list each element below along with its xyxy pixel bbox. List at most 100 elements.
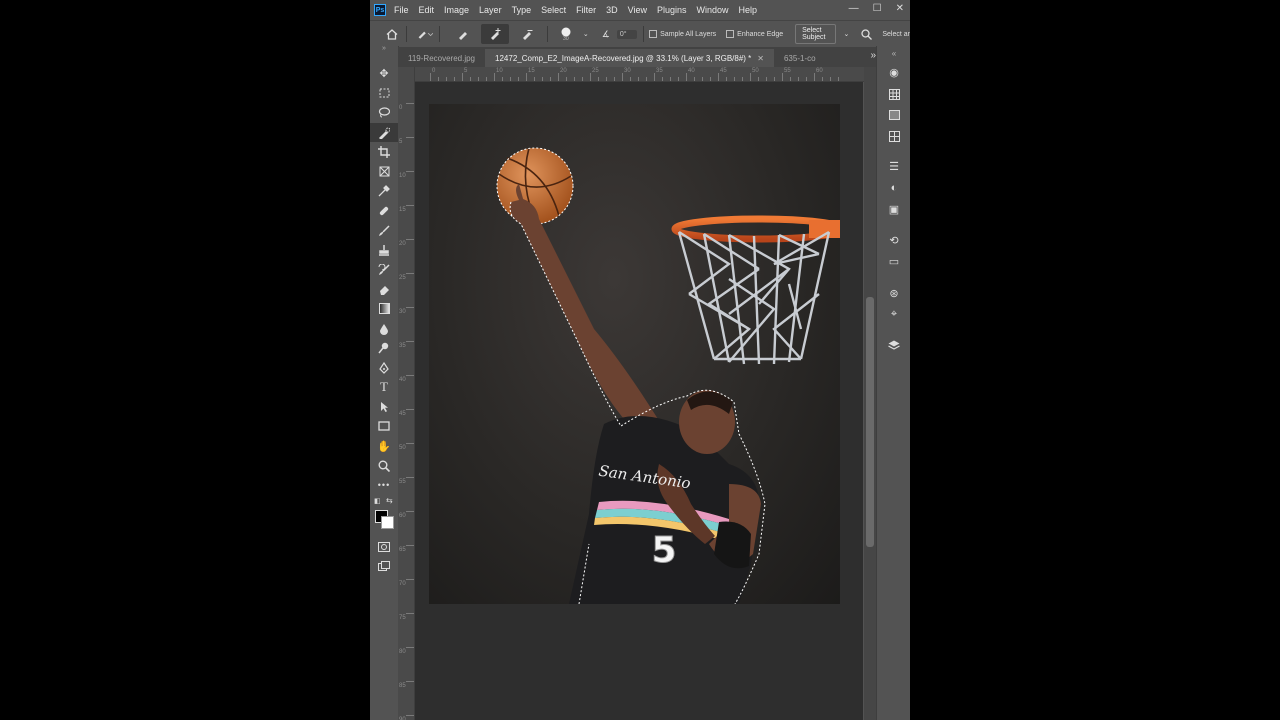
tab-document[interactable]: 119-Recovered.jpg <box>398 49 485 67</box>
paths-icon[interactable]: ⌖ <box>877 304 910 324</box>
ruler-tick <box>694 77 695 81</box>
zoom-tool-icon[interactable] <box>370 456 398 476</box>
clone-stamp-tool-icon[interactable] <box>370 240 398 260</box>
move-tool-icon[interactable]: ✥ <box>370 64 398 84</box>
menu-view[interactable]: View <box>628 5 647 15</box>
ruler-label: 50 <box>752 68 759 74</box>
marquee-tool-icon[interactable] <box>370 84 398 104</box>
select-subject-button[interactable]: Select Subject <box>795 24 837 44</box>
menu-plugins[interactable]: Plugins <box>657 5 687 15</box>
ruler-tick <box>406 103 414 104</box>
patterns-icon[interactable] <box>877 126 910 146</box>
ruler-label: 25 <box>399 275 406 281</box>
canvas-area[interactable]: San Antonio 5 <box>415 82 863 720</box>
default-colors-icon[interactable]: ◧ <box>374 497 381 505</box>
maximize-button[interactable]: ☐ <box>873 3 882 14</box>
comments-icon[interactable]: ▭ <box>877 251 910 271</box>
properties-icon[interactable]: ☰ <box>877 156 910 176</box>
swatches-icon[interactable] <box>877 84 910 104</box>
tab-document-active[interactable]: 12472_Comp_E2_ImageA-Recovered.jpg @ 33.… <box>485 49 774 67</box>
channels-icon[interactable]: ⊛ <box>877 283 910 303</box>
search-icon[interactable] <box>858 26 874 42</box>
minimize-button[interactable]: — <box>849 3 859 14</box>
gradients-icon[interactable] <box>877 105 910 125</box>
ruler-tick <box>590 73 591 81</box>
healing-brush-tool-icon[interactable] <box>370 201 398 221</box>
quick-mask-icon[interactable] <box>370 537 398 557</box>
ruler-tick <box>406 477 414 478</box>
ruler-label: 45 <box>399 411 406 417</box>
adjustments-icon[interactable]: ◐ <box>877 178 910 198</box>
player-graphic: San Antonio 5 <box>509 184 766 604</box>
subtract-from-selection-icon[interactable] <box>513 24 541 44</box>
hand-tool-icon[interactable]: ✋ <box>370 436 398 456</box>
quick-selection-tool-icon[interactable] <box>370 122 398 143</box>
home-icon[interactable] <box>384 26 400 42</box>
dodge-tool-icon[interactable] <box>370 338 398 358</box>
vertical-scrollbar[interactable] <box>864 67 876 720</box>
color-swatches: ◧ ⇆ <box>370 495 398 537</box>
menu-filter[interactable]: Filter <box>576 5 596 15</box>
ruler-label: 55 <box>784 68 791 74</box>
menu-type[interactable]: Type <box>512 5 532 15</box>
document-image[interactable]: San Antonio 5 <box>429 104 840 604</box>
ruler-tick <box>662 77 663 81</box>
brush-size-picker[interactable]: 30 <box>558 26 574 42</box>
ruler-tick <box>574 77 575 81</box>
screen-mode-icon[interactable] <box>370 557 398 577</box>
brush-tool-icon[interactable] <box>370 221 398 241</box>
tab-document[interactable]: 635-1-co <box>774 49 826 67</box>
new-selection-icon[interactable] <box>449 24 477 44</box>
eyedropper-tool-icon[interactable] <box>370 182 398 202</box>
ruler-horizontal[interactable]: 0 5 10 15 20 25 30 35 40 45 50 55 60 <box>414 67 864 82</box>
swap-colors-icon[interactable]: ⇆ <box>386 496 393 505</box>
history-icon[interactable]: ⟲ <box>877 230 910 250</box>
ruler-tick <box>406 205 414 206</box>
more-tools-icon[interactable]: ••• <box>370 475 398 495</box>
menu-image[interactable]: Image <box>444 5 469 15</box>
rectangle-tool-icon[interactable] <box>370 417 398 437</box>
lasso-tool-icon[interactable] <box>370 103 398 123</box>
ruler-tick <box>430 73 431 81</box>
gradient-tool-icon[interactable] <box>370 299 398 319</box>
panel-dock: « ◉ ☰ ◐ ▣ ⟲ ▭ ⊛ ⌖ <box>876 46 910 720</box>
menu-window[interactable]: Window <box>697 5 729 15</box>
basketball-photo: San Antonio 5 <box>496 147 840 604</box>
history-brush-tool-icon[interactable] <box>370 260 398 280</box>
ruler-tick <box>686 73 687 81</box>
menu-select[interactable]: Select <box>541 5 566 15</box>
learn-icon[interactable]: ◉ <box>877 62 910 82</box>
close-button[interactable]: ✕ <box>896 3 904 14</box>
select-and-mask-button[interactable]: Select ar <box>882 31 910 38</box>
scrollbar-thumb[interactable] <box>866 297 874 547</box>
libraries-icon[interactable]: ▣ <box>877 199 910 219</box>
menu-layer[interactable]: Layer <box>479 5 502 15</box>
menu-help[interactable]: Help <box>739 5 758 15</box>
ruler-tick <box>630 77 631 81</box>
frame-tool-icon[interactable] <box>370 162 398 182</box>
tool-preset-picker-icon[interactable] <box>417 26 433 42</box>
ruler-tick <box>406 715 414 716</box>
panel-collapse-icon[interactable]: « <box>877 46 910 60</box>
pen-tool-icon[interactable] <box>370 358 398 378</box>
menu-edit[interactable]: Edit <box>419 5 435 15</box>
crop-tool-icon[interactable] <box>370 142 398 162</box>
eraser-tool-icon[interactable] <box>370 280 398 300</box>
layers-icon[interactable] <box>877 335 910 355</box>
close-tab-icon[interactable]: ✕ <box>757 54 764 63</box>
enhance-edge-checkbox[interactable]: Enhance Edge <box>726 30 783 38</box>
sample-all-layers-checkbox[interactable]: Sample All Layers <box>649 30 716 38</box>
chevron-down-icon[interactable]: ⌄ <box>578 26 594 42</box>
ruler-label: 80 <box>399 649 406 655</box>
ruler-vertical[interactable]: 0 5 10 15 20 25 30 35 40 45 50 55 60 65 70 75 80 85 90 <box>398 67 415 720</box>
angle-icon[interactable]: ∡ <box>598 26 614 42</box>
menu-3d[interactable]: 3D <box>606 5 618 15</box>
add-to-selection-icon[interactable] <box>481 24 510 44</box>
path-selection-tool-icon[interactable] <box>370 397 398 417</box>
menu-file[interactable]: File <box>394 5 409 15</box>
blur-tool-icon[interactable] <box>370 319 398 339</box>
chevron-down-icon[interactable]: ⌄ <box>838 26 854 42</box>
type-tool-icon[interactable]: T <box>370 378 398 398</box>
angle-field[interactable]: 0° <box>616 29 637 39</box>
background-color-swatch[interactable] <box>381 516 394 530</box>
